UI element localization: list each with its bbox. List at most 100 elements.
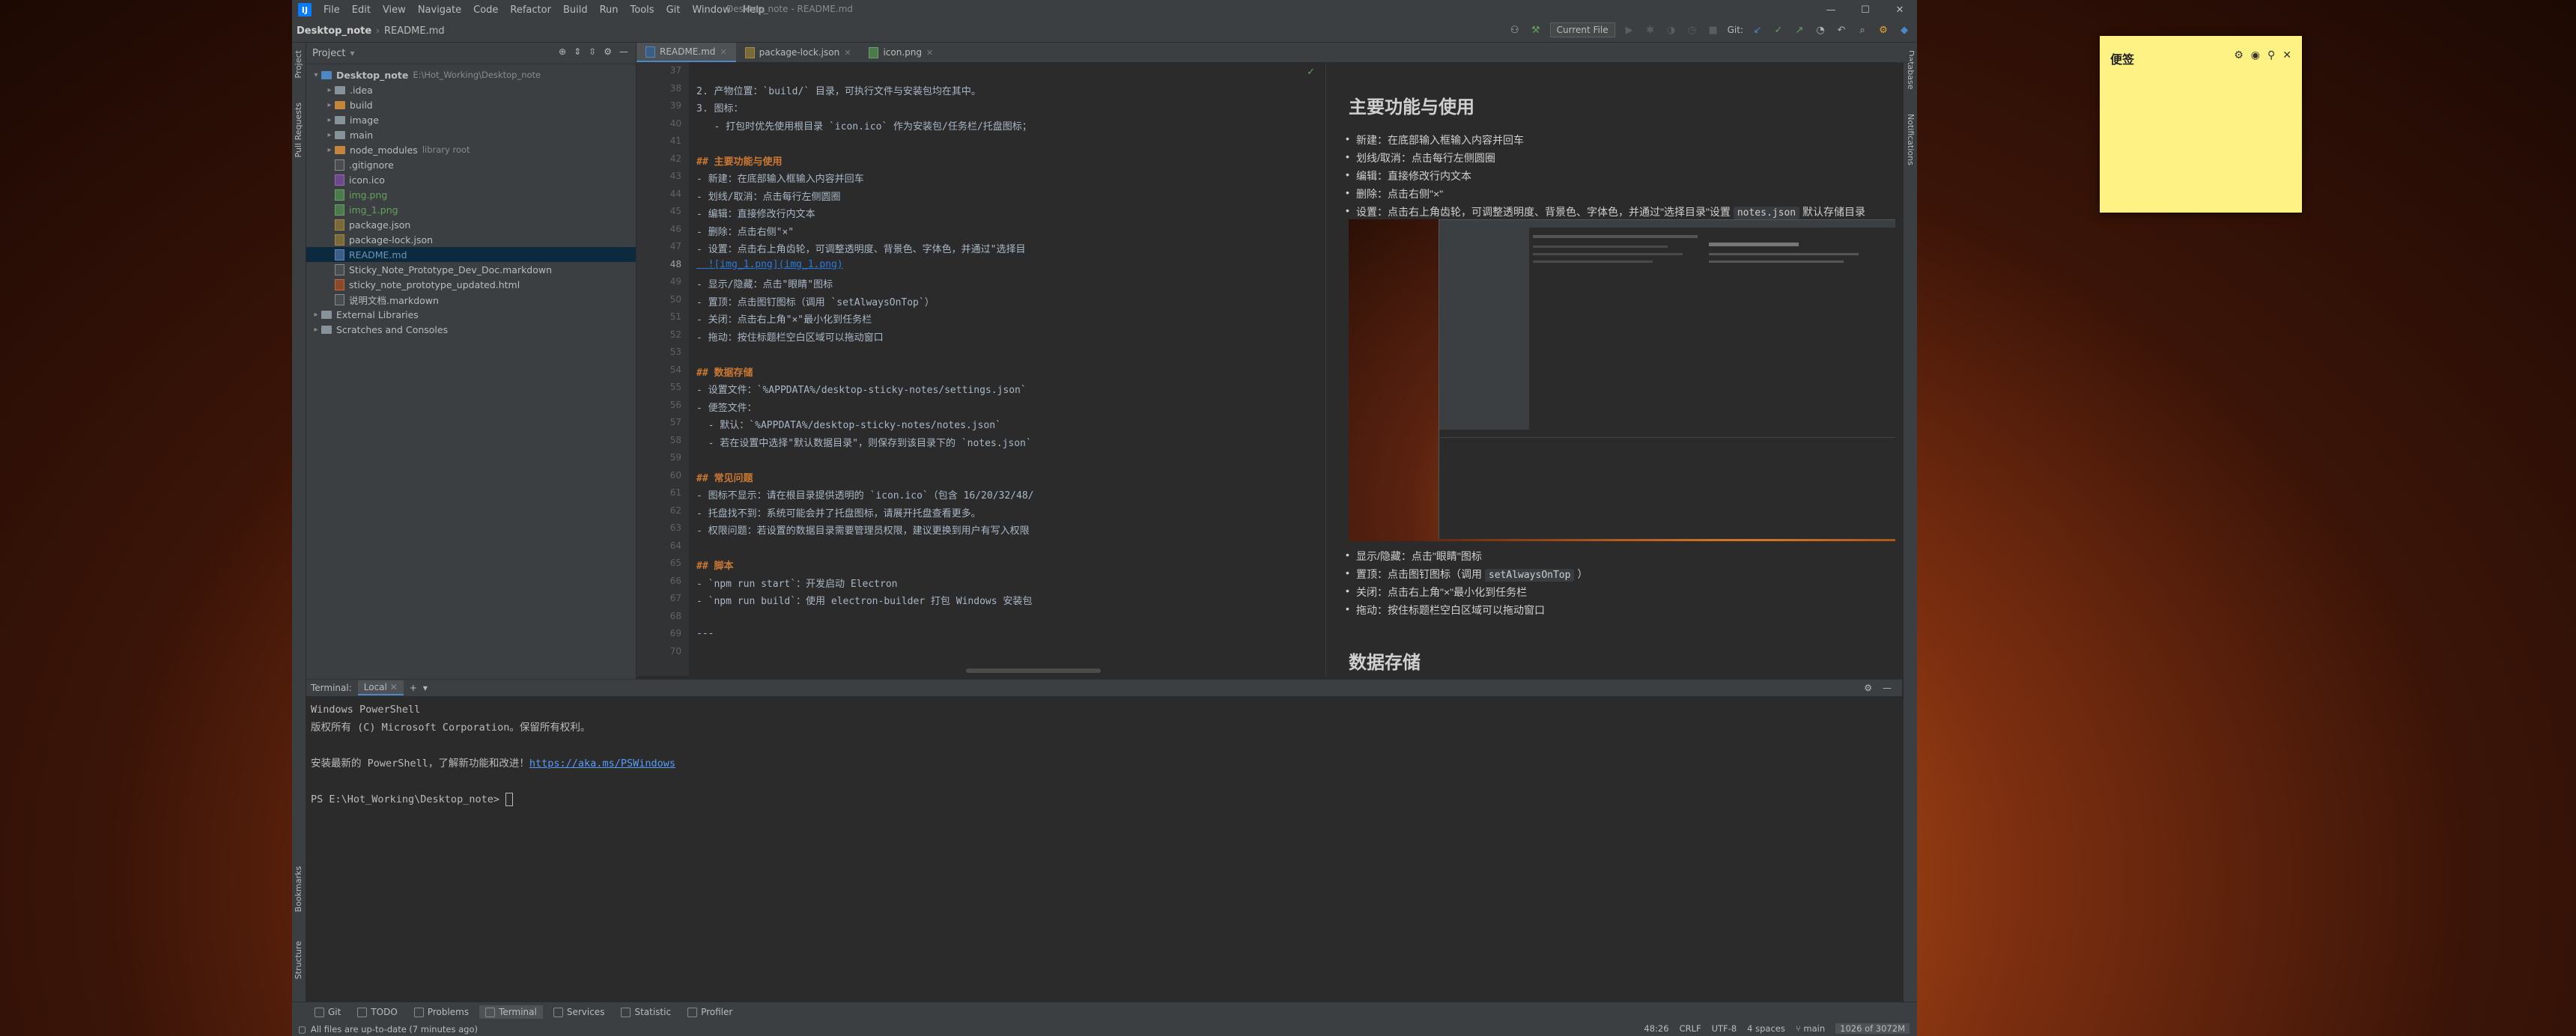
menu-item-build[interactable]: Build [557, 4, 594, 16]
code-line[interactable]: - 拖动：按住标题栏空白区域可以拖动窗口 [696, 329, 884, 344]
git-push-icon[interactable]: ↗ [1793, 23, 1806, 37]
menu-item-run[interactable]: Run [594, 4, 625, 16]
code-line[interactable]: - 显示/隐藏：点击"眼睛"图标 [696, 276, 833, 290]
minimize-icon[interactable]: — [1814, 0, 1848, 19]
close-icon[interactable]: ✕ [1883, 0, 1917, 19]
history-icon[interactable]: ◔ [1814, 23, 1827, 37]
hide-icon[interactable]: — [1883, 683, 1892, 693]
tree-item[interactable]: ▸ External Libraries [306, 307, 636, 322]
menu-item-view[interactable]: View [377, 4, 412, 16]
stop-icon[interactable]: ■ [1707, 23, 1720, 37]
tool-tab-bookmarks[interactable]: Bookmarks [294, 866, 303, 912]
tool-tab-terminal[interactable]: Terminal [479, 1005, 543, 1019]
menu-item-edit[interactable]: Edit [346, 4, 377, 16]
add-terminal-icon[interactable]: + [410, 683, 417, 693]
hammer-icon[interactable]: ⚒ [1529, 23, 1543, 37]
expand-all-icon[interactable]: ⇕ [574, 46, 581, 57]
tree-item[interactable]: ▾ Desktop_note E:\Hot_Working\Desktop_note [306, 67, 636, 82]
code-line[interactable]: 3. 图标： [696, 100, 743, 115]
gear-icon[interactable]: ⚙ [1864, 683, 1872, 693]
rollback-icon[interactable]: ↶ [1835, 23, 1848, 37]
tree-item[interactable]: ▸ main [306, 127, 636, 142]
close-icon[interactable]: ✕ [926, 48, 933, 58]
code-line[interactable]: - 托盘找不到：系统可能会并了托盘图标，请展开托盘查看更多。 [696, 505, 981, 519]
line-separator[interactable]: CRLF [1680, 1023, 1701, 1034]
git-branch[interactable]: ⑂ main [1796, 1023, 1825, 1034]
tree-item[interactable]: Sticky_Note_Prototype_Dev_Doc.markdown [306, 262, 636, 277]
code-line[interactable]: - 关闭：点击右上角"×"最小化到任务栏 [696, 311, 872, 326]
chevron-icon[interactable]: ▸ [324, 101, 335, 109]
chevron-icon[interactable]: ▸ [324, 146, 335, 154]
chevron-icon[interactable]: ▸ [324, 116, 335, 124]
editor-tab[interactable]: icon.png ✕ [860, 43, 942, 62]
user-icon[interactable]: ⚇ [1508, 23, 1522, 37]
project-title[interactable]: Project [312, 48, 345, 59]
code-line[interactable]: ## 常见问题 [696, 470, 753, 484]
tree-item[interactable]: ▸ build [306, 97, 636, 112]
chevron-icon[interactable]: ▸ [311, 311, 321, 319]
close-icon[interactable]: ✕ [720, 47, 726, 57]
maximize-icon[interactable]: ☐ [1848, 0, 1883, 19]
chevron-icon[interactable]: ▸ [324, 131, 335, 139]
tree-item[interactable]: ▸ image [306, 112, 636, 127]
code-line[interactable]: - 划线/取消：点击每行左侧圆圈 [696, 189, 840, 203]
close-icon[interactable]: ✕ [390, 682, 398, 692]
status-message[interactable]: All files are up-to-date (7 minutes ago) [311, 1024, 478, 1035]
code-line[interactable]: ## 脚本 [696, 558, 733, 572]
close-icon[interactable]: ✕ [2282, 49, 2291, 61]
tool-tab-problems[interactable]: Problems [408, 1005, 475, 1019]
breadcrumb-project[interactable]: Desktop_note [292, 25, 376, 37]
code-line[interactable]: - 默认：`%APPDATA%/desktop-sticky-notes/not… [696, 417, 1001, 431]
chevron-icon[interactable]: ▸ [311, 326, 321, 334]
debug-icon[interactable]: ✱ [1644, 23, 1657, 37]
code-line[interactable]: - 置顶：点击图钉图标（调用 `setAlwaysOnTop`） [696, 294, 935, 308]
eye-icon[interactable]: ◉ [2251, 49, 2260, 61]
gear-icon[interactable]: ⚙ [2234, 49, 2244, 61]
tool-tab-statistic[interactable]: Statistic [615, 1005, 677, 1019]
tool-tab-structure[interactable]: Structure [294, 941, 303, 979]
code-line[interactable]: ## 主要功能与使用 [696, 153, 782, 168]
code-line[interactable]: - `npm run start`：开发启动 Electron [696, 576, 898, 590]
collapse-all-icon[interactable]: ⇳ [589, 46, 596, 57]
tool-tab-pull-requests[interactable]: Pull Requests [294, 103, 303, 157]
editor-tab[interactable]: README.md ✕ [637, 43, 736, 62]
code-line[interactable]: ![img_1.png](img_1.png) [696, 259, 843, 270]
tree-item[interactable]: sticky_note_prototype_updated.html [306, 277, 636, 292]
editor-tab[interactable]: package-lock.json ✕ [736, 43, 860, 62]
code-line[interactable]: - 新建：在底部输入框输入内容并回车 [696, 171, 864, 185]
code-line[interactable]: - 若在设置中选择"默认数据目录"，则保存到该目录下的 `notes.json` [696, 435, 1032, 449]
code-line[interactable]: - 权限问题：若设置的数据目录需要管理员权限，建议更换到用户有写入权限 [696, 522, 1030, 537]
file-encoding[interactable]: UTF-8 [1712, 1023, 1737, 1034]
tree-item[interactable]: ▸ node_modules library root [306, 142, 636, 157]
code-line[interactable]: - 删除：点击右侧"×" [696, 224, 794, 238]
chevron-icon[interactable]: ▸ [324, 86, 335, 94]
sticky-note-window[interactable]: 便签 ⚙ ◉ ⚲ ✕ [2100, 36, 2302, 213]
tool-tab-project[interactable]: Project [294, 50, 303, 79]
gear-icon[interactable]: ⚙ [604, 46, 612, 57]
tree-item[interactable]: ▸ Scratches and Consoles [306, 322, 636, 337]
hide-icon[interactable]: — [619, 46, 628, 57]
terminal-link[interactable]: https://aka.ms/PSWindows [529, 758, 675, 770]
tool-tab-todo[interactable]: TODO [351, 1005, 403, 1019]
tree-item[interactable]: icon.ico [306, 172, 636, 187]
code-line[interactable]: - 图标不显示：请在根目录提供透明的 `icon.ico`（包含 16/20/3… [696, 487, 1034, 502]
code-line[interactable]: 2. 产物位置：`build/` 目录，可执行文件与安装包均在其中。 [696, 83, 981, 97]
tree-item[interactable]: package.json [306, 217, 636, 232]
tree-item[interactable]: package-lock.json [306, 232, 636, 247]
code-line[interactable]: ## 数据存储 [696, 365, 753, 379]
code-line[interactable]: - 便签文件： [696, 400, 757, 414]
chevron-icon[interactable]: ▾ [311, 71, 321, 79]
jetbrains-icon[interactable]: ◆ [1898, 23, 1911, 37]
markdown-source-editor[interactable]: 37 38 39 40 41 42 43 44 45 46 47 48 49 50 51 52 53 54 55 56… [637, 62, 1325, 676]
menu-item-tools[interactable]: Tools [625, 4, 660, 16]
search-icon[interactable]: ⌕ [1856, 23, 1869, 37]
git-commit-icon[interactable]: ✓ [1772, 23, 1785, 37]
inspection-ok-icon[interactable]: ✓ [1307, 67, 1315, 78]
tree-item[interactable]: README.md [306, 247, 636, 262]
terminal-tab-local[interactable]: Local ✕ [357, 680, 404, 695]
menu-item-git[interactable]: Git [660, 4, 687, 16]
code-line[interactable]: - `npm run build`：使用 electron-builder 打包… [696, 593, 1032, 607]
code-line[interactable]: --- [696, 628, 714, 639]
tool-tab-notifications[interactable]: Notifications [1906, 114, 1916, 165]
status-square-icon[interactable]: ▢ [298, 1024, 306, 1035]
